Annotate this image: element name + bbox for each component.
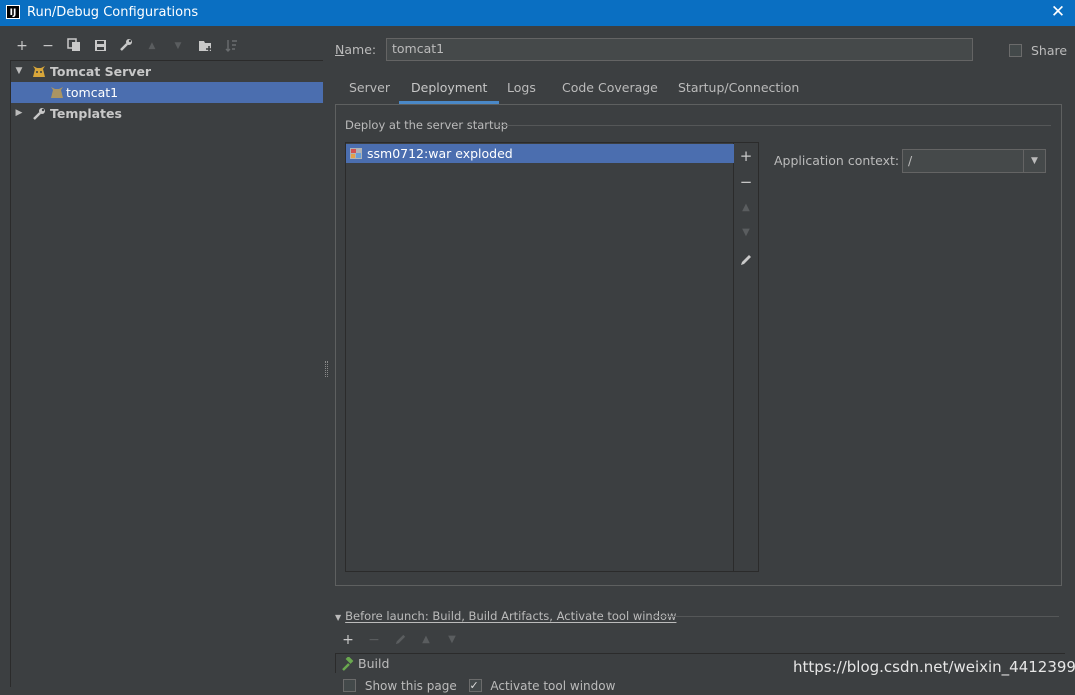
edit-pencil-icon[interactable] bbox=[391, 630, 409, 650]
edit-pencil-icon[interactable] bbox=[734, 249, 758, 271]
chevron-down-icon[interactable]: ▼ bbox=[13, 61, 25, 82]
tab-code-coverage[interactable]: Code Coverage bbox=[550, 76, 670, 104]
deploy-section-title: Deploy at the server startup bbox=[345, 118, 509, 132]
sort-icon[interactable] bbox=[222, 36, 240, 56]
move-down-button[interactable]: ▼ bbox=[169, 36, 187, 56]
tab-server[interactable]: Server bbox=[337, 76, 402, 104]
application-context-combo[interactable]: / ▼ bbox=[902, 149, 1046, 173]
share-checkbox[interactable]: Share bbox=[1009, 42, 1067, 60]
tree-node-label: tomcat1 bbox=[66, 85, 119, 100]
before-launch-options: Show this page Activate tool window bbox=[343, 677, 615, 695]
save-icon[interactable] bbox=[91, 36, 109, 56]
move-up-icon[interactable]: ▲ bbox=[417, 630, 435, 650]
artifact-list-item[interactable]: ssm0712:war exploded bbox=[346, 144, 734, 163]
tomcat-icon bbox=[51, 87, 63, 98]
remove-icon[interactable]: − bbox=[365, 630, 383, 650]
build-task-label: Build bbox=[358, 656, 390, 671]
tab-startup-connection[interactable]: Startup/Connection bbox=[666, 76, 811, 104]
watermark-url: https://blog.csdn.net/weixin_44123996 bbox=[793, 658, 1075, 676]
copy-icon[interactable] bbox=[65, 36, 83, 56]
tree-node-label: Templates bbox=[50, 106, 122, 121]
configurations-tree: ▼ Tomcat Server tomcat1 ▶ Templates bbox=[10, 60, 323, 687]
new-folder-icon[interactable] bbox=[196, 36, 214, 56]
tree-node-label: Tomcat Server bbox=[50, 64, 152, 79]
name-input[interactable]: tomcat1 bbox=[386, 38, 973, 61]
close-icon[interactable]: ✕ bbox=[1047, 2, 1069, 22]
show-page-checkbox[interactable] bbox=[343, 679, 356, 692]
remove-configuration-button[interactable]: − bbox=[39, 36, 57, 56]
wrench-icon bbox=[33, 108, 45, 120]
show-page-label: Show this page bbox=[364, 679, 457, 693]
before-launch-header[interactable]: ▼ Before launch: Build, Build Artifacts, … bbox=[335, 609, 676, 623]
tab-deployment[interactable]: Deployment bbox=[399, 76, 500, 104]
tree-node-templates[interactable]: ▶ Templates bbox=[11, 103, 323, 124]
chevron-down-icon[interactable]: ▼ bbox=[335, 613, 341, 622]
activate-tool-window-checkbox[interactable] bbox=[468, 677, 482, 695]
move-down-icon[interactable]: ▼ bbox=[443, 630, 461, 650]
hammer-icon bbox=[342, 657, 354, 671]
share-checkbox-box[interactable] bbox=[1009, 44, 1022, 57]
artifact-list-toolbar: + − ▲ ▼ bbox=[734, 142, 759, 572]
panel-splitter[interactable] bbox=[323, 26, 335, 687]
window-title: Run/Debug Configurations bbox=[27, 5, 199, 20]
name-label: Name: bbox=[335, 42, 377, 57]
move-down-icon[interactable]: ▼ bbox=[734, 222, 758, 244]
artifact-label: ssm0712:war exploded bbox=[367, 146, 513, 161]
tomcat-icon bbox=[33, 66, 45, 77]
before-launch-title: Before launch: Build, Build Artifacts, A… bbox=[345, 609, 677, 623]
war-artifact-icon bbox=[350, 148, 362, 159]
share-label: Share bbox=[1030, 43, 1068, 58]
move-up-icon[interactable]: ▲ bbox=[734, 197, 758, 219]
application-context-value: / bbox=[908, 153, 913, 168]
add-icon[interactable]: + bbox=[339, 630, 357, 650]
artifact-list[interactable]: ssm0712:war exploded bbox=[345, 142, 734, 572]
configurations-toolbar: + − ▲ ▼ bbox=[10, 36, 320, 56]
deployment-panel: Deploy at the server startup ssm0712:war… bbox=[335, 104, 1062, 586]
add-icon[interactable]: + bbox=[734, 145, 758, 167]
move-up-button[interactable]: ▲ bbox=[143, 36, 161, 56]
splitter-grip[interactable] bbox=[325, 361, 328, 377]
configurations-panel: + − ▲ ▼ ▼ Tomcat Server tomcat1 ▶ Templa… bbox=[0, 26, 323, 687]
add-configuration-button[interactable]: + bbox=[13, 36, 31, 56]
tree-node-tomcat1[interactable]: tomcat1 bbox=[11, 82, 323, 103]
tree-node-tomcat-server[interactable]: ▼ Tomcat Server bbox=[11, 61, 323, 82]
wrench-icon[interactable] bbox=[117, 36, 135, 56]
title-bar: IJ Run/Debug Configurations ✕ bbox=[0, 0, 1075, 26]
section-divider bbox=[496, 125, 1051, 126]
application-context-label: Application context: bbox=[774, 153, 900, 168]
section-divider bbox=[653, 616, 1059, 617]
chevron-down-icon[interactable]: ▼ bbox=[1023, 150, 1045, 172]
tab-bar: Server Deployment Logs Code Coverage Sta… bbox=[335, 76, 1061, 104]
configuration-editor: Name: tomcat1 Share Server Deployment Lo… bbox=[335, 26, 1075, 695]
intellij-app-icon: IJ bbox=[6, 5, 20, 19]
tab-logs[interactable]: Logs bbox=[495, 76, 548, 104]
chevron-right-icon[interactable]: ▶ bbox=[13, 103, 25, 124]
remove-icon[interactable]: − bbox=[734, 171, 758, 193]
activate-tool-window-label: Activate tool window bbox=[490, 679, 616, 693]
